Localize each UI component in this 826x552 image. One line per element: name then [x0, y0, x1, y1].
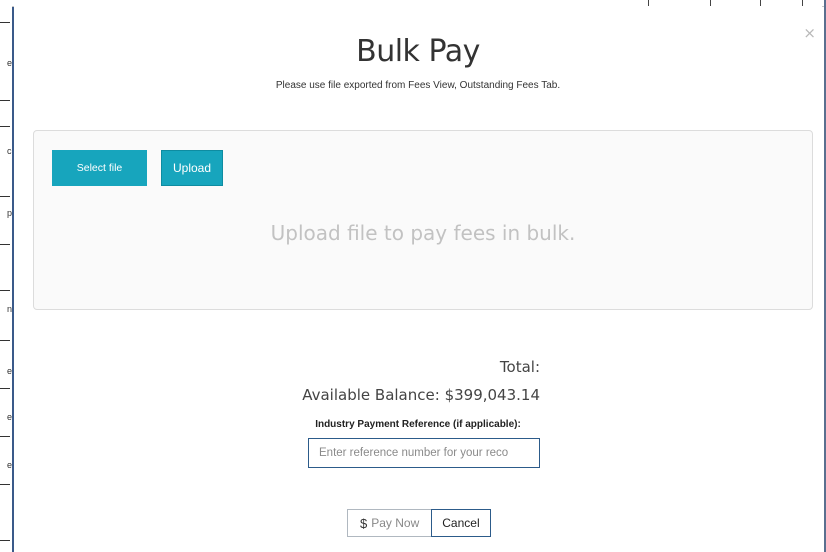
page: e c p n e e e × Bulk Pay Please use file… — [0, 0, 826, 552]
available-balance-label: Available Balance: — [302, 386, 440, 404]
background-text: e — [7, 412, 13, 422]
background-divider — [0, 244, 10, 245]
background-text: e — [7, 460, 13, 470]
select-file-button[interactable]: Select file — [52, 150, 147, 186]
available-balance: Available Balance: $399,043.14 — [244, 386, 540, 404]
available-balance-value: $399,043.14 — [444, 386, 540, 404]
action-buttons: $ Pay Now Cancel — [347, 509, 491, 537]
background-divider — [0, 196, 10, 197]
background-divider — [0, 126, 10, 127]
total-label: Total: — [499, 358, 540, 376]
payment-reference-label: Industry Payment Reference (if applicabl… — [315, 419, 521, 430]
background-divider — [0, 436, 10, 437]
pay-now-label: Pay Now — [371, 516, 420, 530]
bulk-pay-modal: × Bulk Pay Please use file exported from… — [14, 6, 822, 552]
pay-now-button[interactable]: $ Pay Now — [347, 509, 432, 537]
background-divider — [0, 22, 10, 23]
background-text: e — [7, 58, 13, 68]
cancel-button[interactable]: Cancel — [431, 509, 491, 537]
modal-subtitle: Please use file exported from Fees View,… — [275, 80, 561, 91]
modal-title: Bulk Pay — [356, 34, 480, 69]
background-divider — [0, 340, 10, 341]
dropzone-hint: Upload file to pay fees in bulk. — [270, 221, 576, 245]
payment-reference-input[interactable] — [308, 438, 540, 468]
background-divider — [0, 540, 10, 541]
dollar-icon: $ — [360, 515, 368, 531]
background-divider — [0, 290, 10, 291]
background-divider — [0, 100, 10, 101]
background-divider — [0, 388, 10, 389]
upload-button[interactable]: Upload — [161, 150, 223, 186]
background-text: e — [7, 366, 13, 376]
file-dropzone[interactable]: Select file Upload Upload file to pay fe… — [33, 130, 813, 310]
background-text: p — [7, 208, 13, 218]
background-page-edge: e c p n e e e — [0, 0, 14, 552]
background-text: c — [7, 146, 12, 156]
background-divider — [0, 484, 10, 485]
background-text: n — [7, 304, 13, 314]
